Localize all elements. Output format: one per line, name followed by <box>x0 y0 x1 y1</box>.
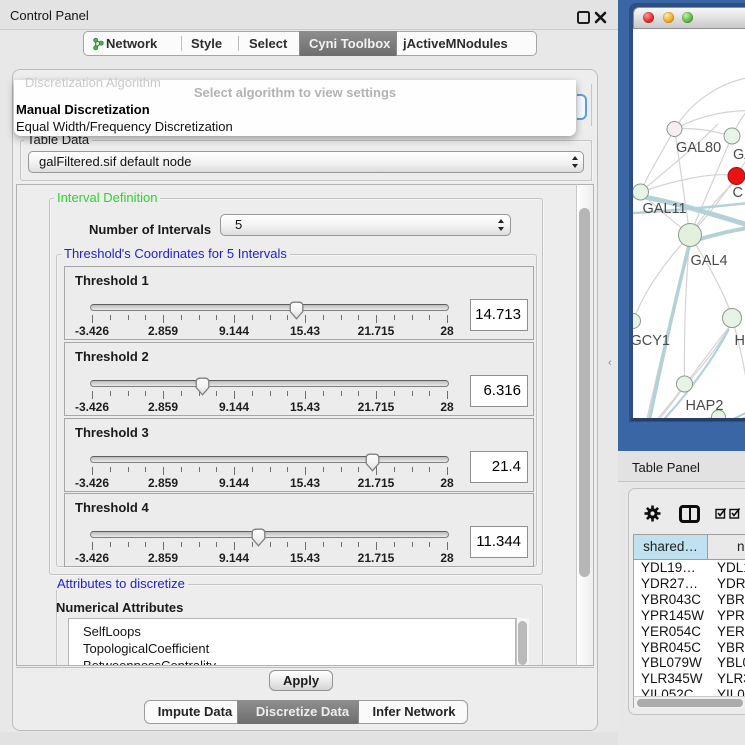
svg-text:GAL4: GAL4 <box>691 253 728 269</box>
svg-text:GAL11: GAL11 <box>643 201 687 217</box>
svg-text:GCY1: GCY1 <box>633 333 670 349</box>
svg-text:HAP2: HAP2 <box>686 398 724 414</box>
svg-text:GAL80: GAL80 <box>676 140 721 156</box>
svg-text:H: H <box>735 333 745 349</box>
svg-text:GAL1: GAL1 <box>733 147 745 163</box>
svg-text:C: C <box>733 185 743 201</box>
